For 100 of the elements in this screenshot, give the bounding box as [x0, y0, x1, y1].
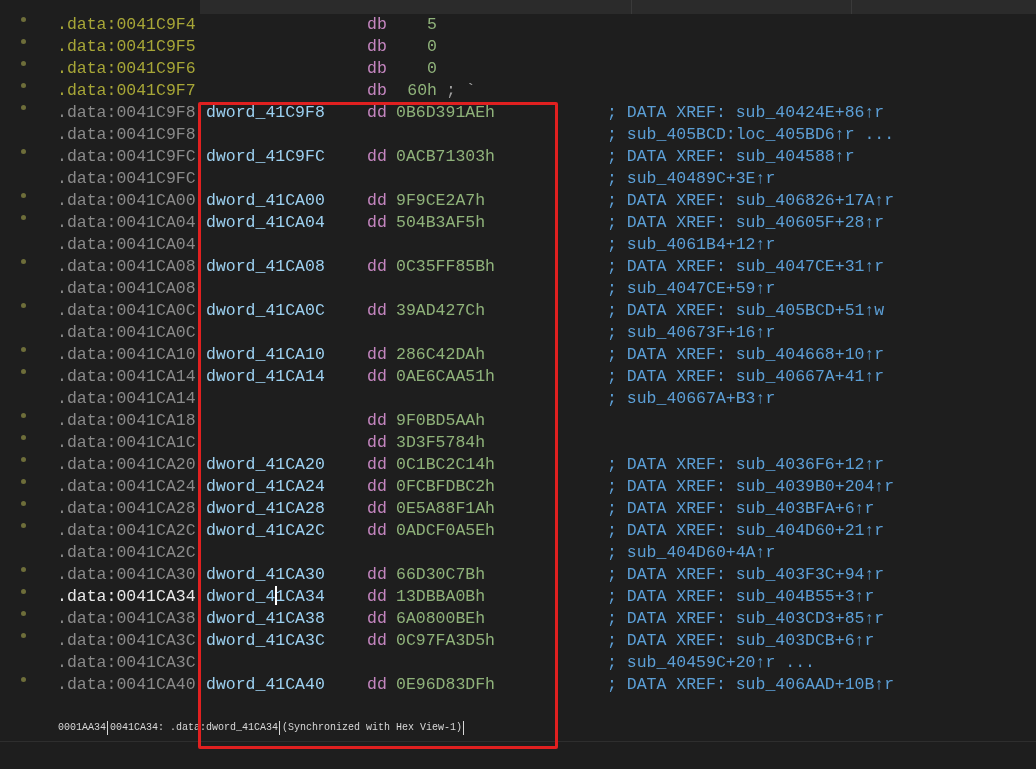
- address-text: .data:0041CA2C: [57, 541, 197, 564]
- operand-text: 60h: [407, 79, 437, 102]
- address-text: .data:0041CA0C: [57, 299, 197, 322]
- xref-comment: ; DATA XREF: sub_403BFA+6↑r: [607, 497, 875, 520]
- address-text: .data:0041CA34: [57, 585, 197, 608]
- label-text: dword_41CA04: [206, 212, 325, 232]
- label-text: dword_41C9F8: [206, 102, 325, 122]
- label-text: dword_41CA2C: [206, 520, 325, 540]
- label-text: dword_41C9FC: [206, 146, 325, 166]
- xref-comment: ; sub_40673F+16↑r: [607, 321, 776, 344]
- mnemonic-text: dd: [367, 190, 387, 210]
- address-text: .data:0041C9F6: [57, 57, 197, 80]
- xref-comment: ; sub_40459C+20↑r ...: [607, 651, 815, 674]
- xref-comment: ; DATA XREF: sub_406826+17A↑r: [607, 189, 895, 212]
- xref-comment: ; DATA XREF: sub_40605F+28↑r: [607, 211, 885, 234]
- operand-text: 0B6D391AEh: [396, 101, 496, 124]
- mnemonic-text: dd: [367, 520, 387, 540]
- xref-comment: ; sub_4061B4+12↑r: [607, 233, 776, 256]
- address-text: .data:0041CA10: [57, 343, 197, 366]
- operand-text: 13DBBA0Bh: [396, 585, 486, 608]
- xref-comment: ; sub_404D60+4A↑r: [607, 541, 776, 564]
- address-text: .data:0041CA18: [57, 409, 197, 432]
- xref-comment: ; sub_40667A+B3↑r: [607, 387, 776, 410]
- address-text: .data:0041CA2C: [57, 519, 197, 542]
- xref-comment: ; DATA XREF: sub_404588↑r: [607, 145, 855, 168]
- xref-comment: ; DATA XREF: sub_404D60+21↑r: [607, 519, 885, 542]
- address-text: .data:0041CA08: [57, 277, 197, 300]
- mnemonic-text: dd: [367, 344, 387, 364]
- address-text: .data:0041CA20: [57, 453, 197, 476]
- address-text: .data:0041CA04: [57, 233, 197, 256]
- address-text: .data:0041C9F8: [57, 101, 197, 124]
- comment-text: ; `: [446, 79, 476, 102]
- xref-comment: ; DATA XREF: sub_403CD3+85↑r: [607, 607, 885, 630]
- operand-text: 9F9CE2A7h: [396, 189, 486, 212]
- operand-text: 0: [427, 57, 437, 80]
- mnemonic-text: dd: [367, 366, 387, 386]
- mnemonic-text: dd: [367, 674, 387, 694]
- address-text: .data:0041C9FC: [57, 167, 197, 190]
- mnemonic-text: dd: [367, 630, 387, 650]
- mnemonic-text: dd: [367, 564, 387, 584]
- operand-text: 0AE6CAA51h: [396, 365, 496, 388]
- xref-comment: ; DATA XREF: sub_4036F6+12↑r: [607, 453, 885, 476]
- address-text: .data:0041CA0C: [57, 321, 197, 344]
- operand-text: 66D30C7Bh: [396, 563, 486, 586]
- address-text: .data:0041CA08: [57, 255, 197, 278]
- operand-text: 0C35FF85Bh: [396, 255, 496, 278]
- xref-comment: ; DATA XREF: sub_406AAD+10B↑r: [607, 673, 895, 696]
- address-text: .data:0041CA3C: [57, 629, 197, 652]
- mnemonic-text: dd: [367, 102, 387, 122]
- address-text: .data:0041C9F5: [57, 35, 197, 58]
- label-text: dword_41CA24: [206, 476, 325, 496]
- operand-text: 6A0800BEh: [396, 607, 486, 630]
- mnemonic-text: dd: [367, 146, 387, 166]
- label-text: dword_41CA10: [206, 344, 325, 364]
- label-text: dword_41CA30: [206, 564, 325, 584]
- mnemonic-text: dd: [367, 586, 387, 606]
- address-text: .data:0041CA14: [57, 387, 197, 410]
- address-text: .data:0041CA04: [57, 211, 197, 234]
- address-text: .data:0041CA28: [57, 497, 197, 520]
- operand-text: 9F0BD5AAh: [396, 409, 486, 432]
- mnemonic-text: dd: [367, 608, 387, 628]
- operand-text: 0C97FA3D5h: [396, 629, 496, 652]
- status-text: 0001AA34: [58, 721, 108, 735]
- xref-comment: ; DATA XREF: sub_4039B0+204↑r: [607, 475, 895, 498]
- address-text: .data:0041CA38: [57, 607, 197, 630]
- operand-text: 0E96D83DFh: [396, 673, 496, 696]
- address-text: .data:0041CA14: [57, 365, 197, 388]
- operand-text: 39AD427Ch: [396, 299, 486, 322]
- operand-text: 286C42DAh: [396, 343, 486, 366]
- xref-comment: ; DATA XREF: sub_403DCB+6↑r: [607, 629, 875, 652]
- xref-comment: ; sub_4047CE+59↑r: [607, 277, 776, 300]
- address-text: .data:0041CA00: [57, 189, 197, 212]
- xref-comment: ; sub_405BCD:loc_405BD6↑r ...: [607, 123, 895, 146]
- label-text: dword_41CA00: [206, 190, 325, 210]
- mnemonic-text: db: [367, 80, 387, 100]
- address-text: .data:0041CA30: [57, 563, 197, 586]
- operand-text: 5: [427, 13, 437, 36]
- xref-comment: ; DATA XREF: sub_40424E+86↑r: [607, 101, 885, 124]
- status-text: (Synchronized with Hex View-1): [282, 721, 465, 735]
- xref-comment: ; DATA XREF: sub_4047CE+31↑r: [607, 255, 885, 278]
- operand-text: 0C1BC2C14h: [396, 453, 496, 476]
- label-text: dword_41CA14: [206, 366, 325, 386]
- xref-comment: ; DATA XREF: sub_405BCD+51↑w: [607, 299, 885, 322]
- xref-comment: ; sub_40489C+3E↑r: [607, 167, 776, 190]
- operand-text: 0FCBFDBC2h: [396, 475, 496, 498]
- label-text: dword_41CA0C: [206, 300, 325, 320]
- mnemonic-text: dd: [367, 476, 387, 496]
- xref-comment: ; DATA XREF: sub_403F3C+94↑r: [607, 563, 885, 586]
- address-text: .data:0041CA40: [57, 673, 197, 696]
- label-text: dword_41CA08: [206, 256, 325, 276]
- address-text: .data:0041C9F7: [57, 79, 197, 102]
- address-text: .data:0041CA1C: [57, 431, 197, 454]
- label-text: dword_41CA40: [206, 674, 325, 694]
- address-text: .data:0041CA24: [57, 475, 197, 498]
- label-text: dword_41CA20: [206, 454, 325, 474]
- mnemonic-text: dd: [367, 300, 387, 320]
- mnemonic-text: db: [367, 14, 387, 34]
- mnemonic-text: dd: [367, 212, 387, 232]
- address-text: .data:0041C9F8: [57, 123, 197, 146]
- label-text: dword_41CA28: [206, 498, 325, 518]
